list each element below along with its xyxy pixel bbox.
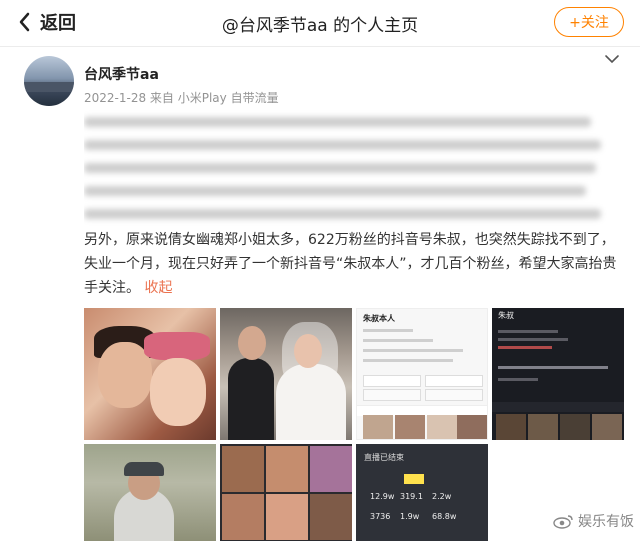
post-meta: 2022-1-28 来自 小米Play 自带流量 <box>84 91 279 105</box>
image-thumb-5[interactable] <box>84 444 216 541</box>
avatar[interactable] <box>24 56 74 106</box>
top-bar: 返回 @台风季节aa 的个人主页 +关注 <box>0 0 640 47</box>
image-thumb-4[interactable]: 朱叔 <box>492 308 624 440</box>
img4-title: 朱叔 <box>498 311 514 320</box>
image-thumb-6[interactable] <box>220 444 352 541</box>
username[interactable]: 台风季节aa <box>84 64 159 84</box>
watermark-text: 娱乐有饭 <box>578 514 634 530</box>
collapse-link[interactable]: 收起 <box>144 280 172 296</box>
weibo-logo-icon <box>553 515 573 529</box>
img7-title: 直播已结束 <box>364 453 404 462</box>
img3-title: 朱叔本人 <box>363 314 395 323</box>
follow-button[interactable]: +关注 <box>554 7 624 37</box>
page-title: @台风季节aa 的个人主页 <box>221 16 419 36</box>
chevron-down-icon[interactable] <box>604 52 620 66</box>
image-thumb-1[interactable] <box>84 308 216 440</box>
image-thumb-3[interactable]: 朱叔本人 <box>356 308 488 440</box>
post-text: 另外，原来说倩女幽魂郑小姐太多，622万粉丝的抖音号朱叔，也突然失踪找不到了，失… <box>84 228 620 300</box>
watermark: 娱乐有饭 <box>553 511 634 531</box>
blurred-text <box>84 108 612 226</box>
image-thumb-2[interactable] <box>220 308 352 440</box>
image-thumb-7[interactable]: 直播已结束 12.9w 319.1 2.2w 3736 1.9w 68.8w <box>356 444 488 541</box>
